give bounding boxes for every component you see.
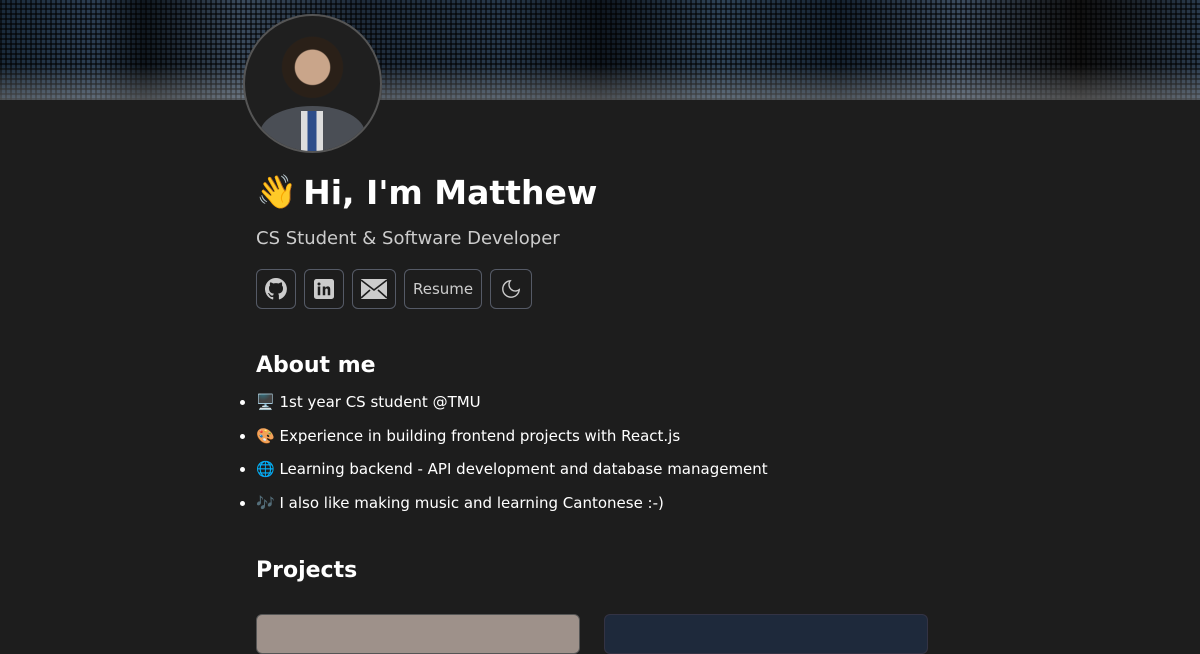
page-title: 👋 Hi, I'm Matthew — [256, 172, 598, 212]
project-card[interactable] — [604, 614, 928, 654]
email-button[interactable] — [352, 269, 396, 309]
list-item: 🖥️ 1st year CS student @TMU — [256, 386, 768, 420]
github-icon — [265, 278, 287, 300]
mail-icon — [361, 279, 387, 299]
wave-emoji: 👋 — [256, 172, 298, 211]
list-item: 🌐 Learning backend - API development and… — [256, 453, 768, 487]
github-button[interactable] — [256, 269, 296, 309]
theme-toggle-button[interactable] — [490, 269, 533, 309]
linkedin-button[interactable] — [304, 269, 344, 309]
header-banner — [0, 0, 1200, 100]
list-item: 🎨 Experience in building frontend projec… — [256, 420, 768, 454]
linkedin-icon — [314, 279, 334, 299]
project-card[interactable] — [256, 614, 580, 654]
resume-button[interactable]: Resume — [404, 269, 483, 309]
projects-heading: Projects — [256, 558, 358, 583]
moon-icon — [502, 279, 521, 298]
list-item: 🎶 I also like making music and learning … — [256, 487, 768, 521]
about-heading: About me — [256, 353, 376, 378]
subtitle: CS Student & Software Developer — [256, 228, 560, 249]
about-list: 🖥️ 1st year CS student @TMU 🎨 Experience… — [238, 386, 768, 520]
avatar — [243, 14, 382, 153]
